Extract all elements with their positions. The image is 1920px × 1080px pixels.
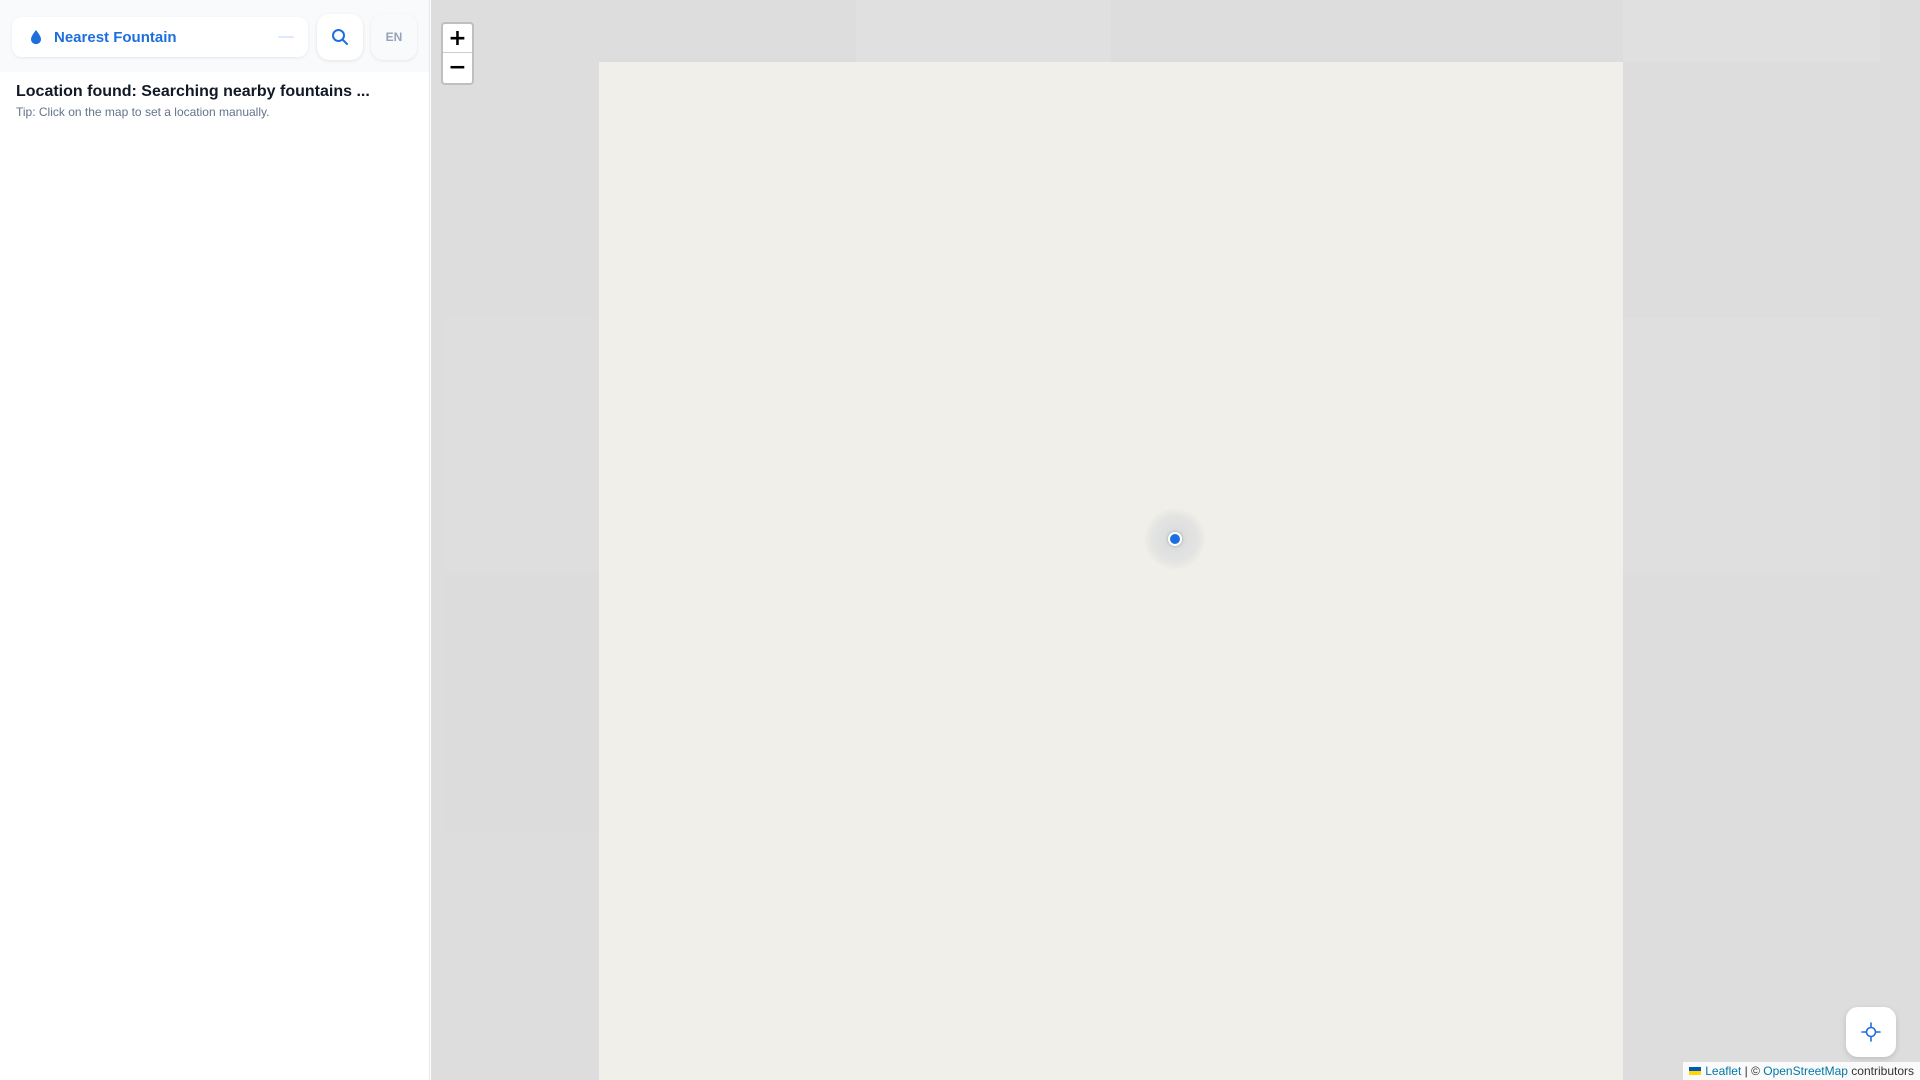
sidebar-header: Nearest Fountain EN [0,0,429,72]
language-button[interactable]: EN [371,14,417,60]
status-title: Location found: Searching nearby fountai… [16,83,370,100]
attribution-contributors: contributors [1847,1064,1914,1078]
zoom-control: + − [441,22,474,85]
zoom-in-button[interactable]: + [443,24,472,53]
search-button[interactable] [317,14,363,60]
crosshair-icon [1861,1022,1881,1042]
sidebar: Nearest Fountain EN Location found: Sear… [0,0,430,1080]
leaflet-link[interactable]: Leaflet [1705,1064,1741,1078]
water-drop-icon [31,30,41,44]
locate-me-button[interactable] [1846,1007,1896,1057]
map-tile [446,318,614,573]
map[interactable]: + − Leaflet | © OpenStreetMap contributo… [431,0,1920,1080]
ukraine-flag-icon [1689,1067,1702,1075]
app-title: Nearest Fountain [54,28,177,46]
map-tile [856,0,1111,62]
map-tile [1623,0,1880,62]
map-attribution: Leaflet | © OpenStreetMap contributors [1683,1062,1920,1080]
current-location-marker[interactable] [1145,509,1205,569]
search-icon [332,29,348,45]
zoom-out-button[interactable]: − [443,53,472,82]
map-land-tile [599,62,1623,1080]
map-tile [1623,318,1880,573]
status-tip: Tip: Click on the map to set a location … [16,105,270,119]
openstreetmap-link[interactable]: OpenStreetMap [1763,1064,1848,1078]
current-location-icon [1168,532,1182,546]
map-tile [446,573,614,833]
brand-pill[interactable]: Nearest Fountain [12,17,308,57]
brand-divider [278,36,294,38]
attribution-separator: | © [1741,1064,1764,1078]
